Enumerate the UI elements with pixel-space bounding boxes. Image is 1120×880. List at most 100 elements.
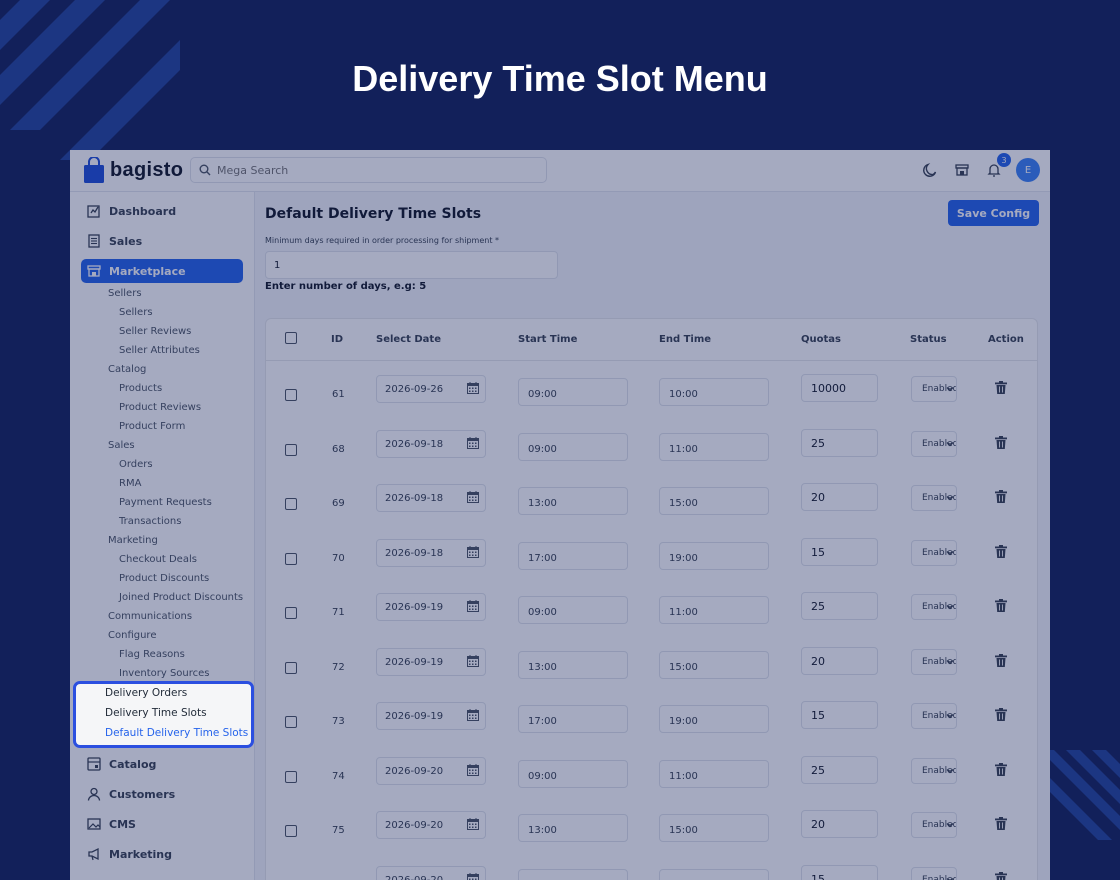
sidebar-subitem-seller-reviews[interactable]: Seller Reviews [119, 326, 191, 337]
storefront-button[interactable] [952, 160, 972, 180]
quota-input[interactable]: 15 [801, 701, 878, 729]
status-select[interactable]: Enabled [911, 648, 957, 675]
sidebar-subitem-configure[interactable]: Configure [108, 630, 156, 641]
start-time-input[interactable]: 09:00 [518, 378, 628, 406]
date-picker[interactable]: 2026-09-20 [376, 811, 486, 839]
status-select[interactable]: Enabled [911, 376, 957, 402]
sidebar-subitem-product-reviews[interactable]: Product Reviews [119, 402, 201, 413]
trash-icon[interactable] [995, 381, 1007, 394]
quota-input[interactable]: 15 [801, 864, 878, 880]
date-picker[interactable]: 2026-09-20 [376, 756, 486, 785]
start-time-input[interactable]: 09:00 [518, 759, 628, 788]
quota-input[interactable]: 15 [801, 537, 878, 566]
sidebar-subitem-sales[interactable]: Sales [108, 440, 135, 451]
sidebar-subitem-payment-requests[interactable]: Payment Requests [119, 497, 212, 508]
end-time-input[interactable]: 11:00 [659, 596, 769, 624]
date-picker[interactable]: 2026-09-19 [376, 702, 486, 730]
row-checkbox[interactable] [285, 498, 297, 510]
start-time-input[interactable]: 13:00 [518, 487, 628, 515]
sidebar-subitem-rma[interactable]: RMA [119, 478, 141, 489]
sidebar-subitem-sellers[interactable]: Sellers [108, 288, 142, 299]
sidebar-subitem-sellers-list[interactable]: Sellers [119, 307, 153, 318]
trash-icon[interactable] [995, 599, 1007, 612]
sidebar-item-sales[interactable]: Sales [81, 229, 243, 253]
status-select[interactable]: Enabled [911, 812, 957, 838]
trash-icon[interactable] [995, 871, 1007, 880]
save-config-button[interactable]: Save Config [948, 200, 1039, 226]
trash-icon[interactable] [995, 708, 1007, 721]
start-time-input[interactable]: 17:00 [518, 541, 628, 570]
row-checkbox[interactable] [285, 661, 297, 674]
trash-icon[interactable] [995, 435, 1007, 449]
date-picker[interactable]: 2026-09-19 [376, 593, 486, 621]
end-time-input[interactable]: 19:00 [659, 541, 769, 570]
trash-icon[interactable] [995, 762, 1007, 776]
sidebar-subitem-inventory-sources[interactable]: Inventory Sources [119, 668, 210, 679]
sidebar-subitem-seller-attributes[interactable]: Seller Attributes [119, 345, 200, 356]
sidebar-subitem-product-form[interactable]: Product Form [119, 421, 185, 432]
sidebar-subitem-flag-reasons[interactable]: Flag Reasons [119, 649, 185, 660]
notifications-button[interactable]: 3 [984, 153, 1011, 180]
quota-input[interactable]: 25 [801, 428, 878, 457]
sidebar-subitem-product-discounts[interactable]: Product Discounts [119, 573, 209, 584]
row-checkbox[interactable] [285, 607, 297, 619]
date-picker[interactable]: 2026-09-18 [376, 429, 486, 458]
sidebar-subitem-transactions[interactable]: Transactions [119, 516, 181, 527]
trash-icon[interactable] [995, 817, 1007, 830]
quota-input[interactable]: 10000 [801, 374, 878, 402]
date-picker[interactable]: 2026-09-20 [376, 865, 486, 880]
row-checkbox[interactable] [285, 552, 297, 565]
end-time-input[interactable]: 15:00 [659, 487, 769, 515]
sidebar-item-catalog[interactable]: Catalog [81, 752, 243, 776]
mega-search[interactable] [190, 157, 547, 183]
date-picker[interactable]: 2026-09-18 [376, 484, 486, 512]
trash-icon[interactable] [995, 490, 1007, 503]
sidebar-subitem-default-delivery-time-slots[interactable]: Default Delivery Time Slots [105, 727, 248, 739]
row-checkbox[interactable] [285, 443, 297, 456]
start-time-input[interactable]: 17:00 [518, 868, 628, 880]
quota-input[interactable]: 20 [801, 646, 878, 675]
sidebar-item-marketplace[interactable]: Marketplace [81, 259, 243, 283]
quota-input[interactable]: 20 [801, 810, 878, 838]
row-checkbox[interactable] [285, 716, 297, 728]
sidebar-subitem-orders[interactable]: Orders [119, 459, 153, 470]
quota-input[interactable]: 25 [801, 755, 878, 784]
start-time-input[interactable]: 17:00 [518, 705, 628, 733]
end-time-input[interactable]: 10:00 [659, 378, 769, 406]
status-select[interactable]: Enabled [911, 594, 957, 620]
end-time-input[interactable]: 11:00 [659, 759, 769, 788]
search-input[interactable] [217, 163, 517, 177]
quota-input[interactable]: 20 [801, 483, 878, 511]
status-select[interactable]: Enabled [911, 485, 957, 511]
sidebar-item-dashboard[interactable]: Dashboard [81, 199, 243, 223]
trash-icon[interactable] [995, 544, 1007, 558]
sidebar-subitem-marketing[interactable]: Marketing [108, 535, 158, 546]
avatar[interactable]: E [1016, 158, 1040, 182]
sidebar-subitem-catalog[interactable]: Catalog [108, 364, 146, 375]
status-select[interactable]: Enabled [911, 539, 957, 566]
status-select[interactable]: Enabled [911, 430, 957, 457]
date-picker[interactable]: 2026-09-26 [376, 375, 486, 403]
sidebar-subitem-communications[interactable]: Communications [108, 611, 192, 622]
sidebar-item-cms[interactable]: CMS [81, 812, 243, 836]
sidebar-subitem-delivery-time-slots[interactable]: Delivery Time Slots [105, 707, 207, 719]
start-time-input[interactable]: 13:00 [518, 650, 628, 679]
sidebar-subitem-joined-product-discounts[interactable]: Joined Product Discounts [119, 592, 243, 603]
row-checkbox[interactable] [285, 389, 297, 401]
sidebar-subitem-delivery-orders[interactable]: Delivery Orders [105, 687, 187, 699]
end-time-input[interactable]: 19:00 [659, 705, 769, 733]
row-checkbox[interactable] [285, 825, 297, 837]
sidebar-subitem-checkout-deals[interactable]: Checkout Deals [119, 554, 197, 565]
logo[interactable]: bagisto [84, 157, 183, 183]
quota-input[interactable]: 25 [801, 592, 878, 620]
end-time-input[interactable]: 15:00 [659, 814, 769, 842]
date-picker[interactable]: 2026-09-18 [376, 538, 486, 567]
sidebar-subitem-products[interactable]: Products [119, 383, 162, 394]
end-time-input[interactable]: 15:00 [659, 650, 769, 679]
start-time-input[interactable]: 09:00 [518, 596, 628, 624]
start-time-input[interactable]: 13:00 [518, 814, 628, 842]
status-select[interactable]: Enabled [911, 703, 957, 729]
status-select[interactable]: Enabled [911, 757, 957, 784]
status-select[interactable]: Enabled [911, 866, 957, 880]
row-checkbox[interactable] [285, 770, 297, 783]
